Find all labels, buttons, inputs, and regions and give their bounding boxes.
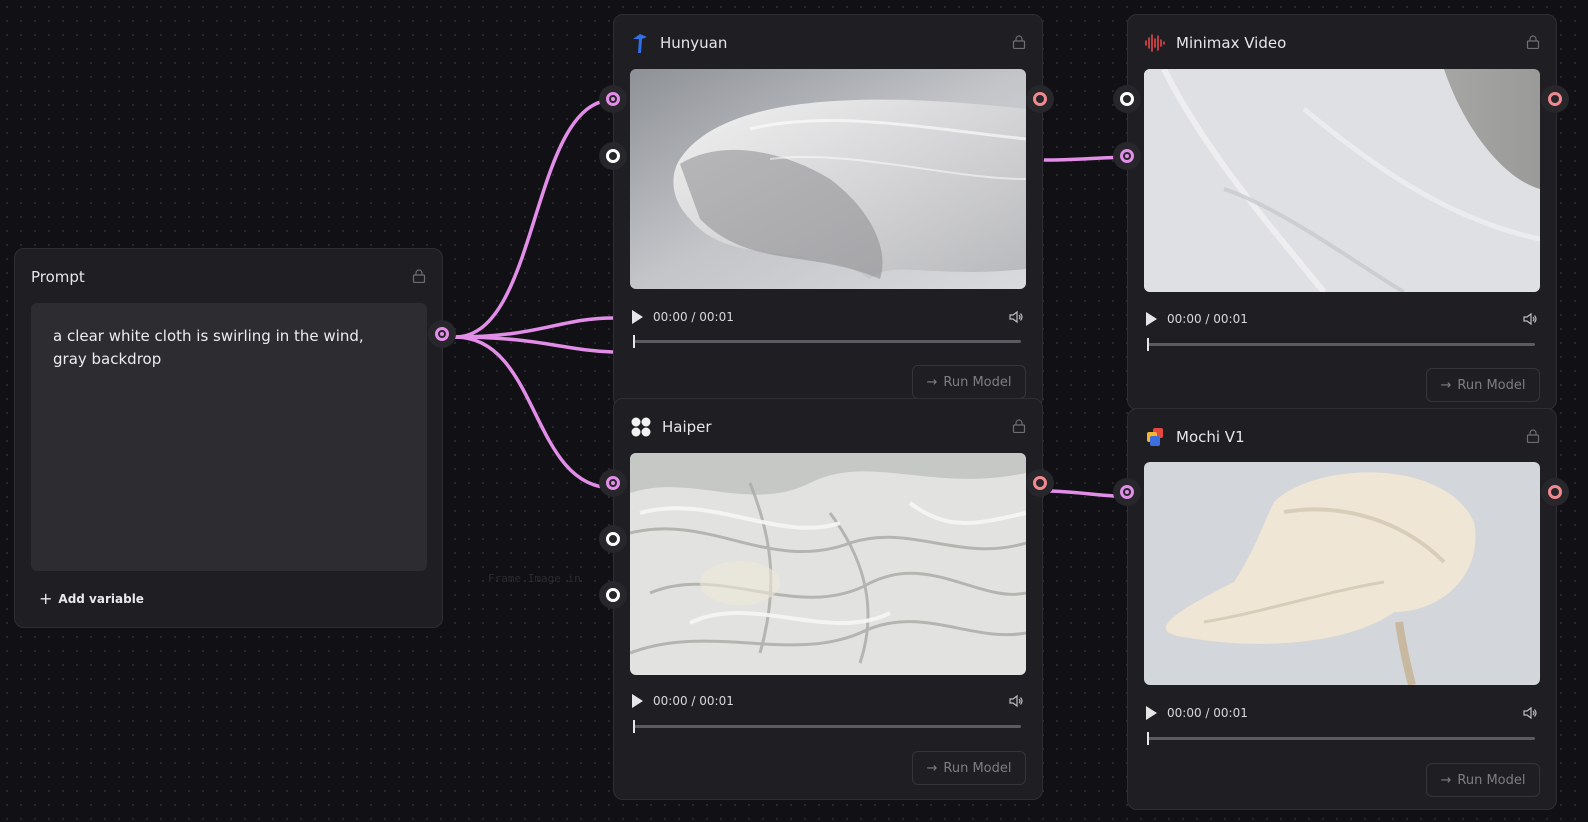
minimax-time: 00:00 / 00:01 xyxy=(1167,312,1248,326)
prompt-text[interactable]: a clear white cloth is swirling in the w… xyxy=(53,325,387,371)
hunyuan-seekbar[interactable] xyxy=(633,335,1021,348)
cloth-video-frame xyxy=(1144,69,1540,292)
wire-prompt-hunyuan-2 xyxy=(454,316,614,339)
minimax-controls: 00:00 / 00:01 xyxy=(1146,307,1538,331)
model-node-hunyuan[interactable]: Hunyuan 00:00 / 00:01 → Run Model xyxy=(613,14,1043,408)
wire-prompt-hunyuan-3 xyxy=(454,335,614,354)
wire-prompt-haiper xyxy=(454,335,614,490)
hunyuan-input-port-1[interactable] xyxy=(599,85,627,113)
mochi-input-port-1[interactable] xyxy=(1113,478,1141,506)
arrow-right-icon: → xyxy=(926,374,938,390)
mochi-title: Mochi V1 xyxy=(1176,428,1245,446)
run-model-button[interactable]: → Run Model xyxy=(1426,368,1540,402)
run-model-button[interactable]: → Run Model xyxy=(1426,763,1540,797)
haiper-input-port-2[interactable] xyxy=(599,525,627,553)
hunyuan-title: Hunyuan xyxy=(660,34,728,52)
wire-prompt-hunyuan xyxy=(454,98,614,339)
haiper-title: Haiper xyxy=(662,418,712,436)
haiper-time: 00:00 / 00:01 xyxy=(653,694,734,708)
cloth-video-frame xyxy=(630,69,1026,289)
lock-icon[interactable] xyxy=(1012,419,1026,433)
minimax-output-port[interactable] xyxy=(1541,85,1569,113)
lock-icon[interactable] xyxy=(1526,429,1540,443)
hunyuan-logo-icon xyxy=(633,34,647,53)
mochi-seekbar[interactable] xyxy=(1147,732,1535,745)
add-variable-button[interactable]: + Add variable xyxy=(39,589,144,608)
minimax-input-port-1[interactable] xyxy=(1113,85,1141,113)
minimax-video[interactable] xyxy=(1144,69,1540,292)
model-node-haiper[interactable]: Haiper 00:00 / 00:01 → Run Model xyxy=(613,398,1043,800)
arrow-right-icon: → xyxy=(926,760,938,776)
prompt-node-header: Prompt xyxy=(31,265,426,289)
run-model-label: Run Model xyxy=(1457,377,1526,393)
lock-icon[interactable] xyxy=(1012,35,1026,49)
model-node-mochi[interactable]: Mochi V1 00:00 / 00:01 → Run Model xyxy=(1127,408,1557,810)
haiper-logo-icon xyxy=(631,417,651,437)
add-variable-label: Add variable xyxy=(58,591,144,606)
run-model-label: Run Model xyxy=(943,760,1012,776)
play-icon[interactable] xyxy=(1146,706,1157,720)
seek-thumb[interactable] xyxy=(633,335,635,348)
haiper-video[interactable] xyxy=(630,453,1026,675)
plus-icon: + xyxy=(39,589,53,608)
haiper-input-port-3[interactable] xyxy=(599,581,627,609)
play-icon[interactable] xyxy=(1146,312,1157,326)
seek-thumb[interactable] xyxy=(633,720,635,733)
arrow-right-icon: → xyxy=(1440,772,1452,788)
mochi-logo-icon xyxy=(1147,428,1163,446)
play-icon[interactable] xyxy=(632,694,643,708)
minimax-header: Minimax Video xyxy=(1144,31,1540,55)
minimax-input-port-2[interactable] xyxy=(1113,142,1141,170)
cloth-video-frame xyxy=(630,453,1026,675)
haiper-input-port-1[interactable] xyxy=(599,469,627,497)
ghost-port-label: Frame Image in xyxy=(488,572,581,585)
minimax-waveform-icon xyxy=(1145,34,1165,52)
haiper-controls: 00:00 / 00:01 xyxy=(632,689,1024,713)
run-model-button[interactable]: → Run Model xyxy=(912,751,1026,785)
run-model-label: Run Model xyxy=(943,374,1012,390)
mochi-time: 00:00 / 00:01 xyxy=(1167,706,1248,720)
hunyuan-video[interactable] xyxy=(630,69,1026,289)
hunyuan-controls: 00:00 / 00:01 xyxy=(632,305,1024,329)
prompt-node[interactable]: Prompt a clear white cloth is swirling i… xyxy=(14,248,443,628)
run-model-button[interactable]: → Run Model xyxy=(912,365,1026,399)
play-icon[interactable] xyxy=(632,310,643,324)
minimax-title: Minimax Video xyxy=(1176,34,1287,52)
hunyuan-time: 00:00 / 00:01 xyxy=(653,310,734,324)
hunyuan-header: Hunyuan xyxy=(630,31,1026,55)
prompt-node-title: Prompt xyxy=(31,268,85,286)
lock-icon[interactable] xyxy=(1526,35,1540,49)
seek-thumb[interactable] xyxy=(1147,732,1149,745)
mochi-header: Mochi V1 xyxy=(1144,425,1540,449)
hunyuan-input-port-2[interactable] xyxy=(599,142,627,170)
haiper-header: Haiper xyxy=(630,415,1026,439)
arrow-right-icon: → xyxy=(1440,377,1452,393)
volume-icon[interactable] xyxy=(1522,311,1538,327)
prompt-textarea[interactable]: a clear white cloth is swirling in the w… xyxy=(31,303,427,571)
volume-icon[interactable] xyxy=(1522,705,1538,721)
volume-icon[interactable] xyxy=(1008,693,1024,709)
seek-thumb[interactable] xyxy=(1147,338,1149,351)
hunyuan-output-port[interactable] xyxy=(1026,85,1054,113)
model-node-minimax[interactable]: Minimax Video 00:00 / 00:01 → Run Model xyxy=(1127,14,1557,410)
mochi-controls: 00:00 / 00:01 xyxy=(1146,701,1538,725)
cloth-video-frame xyxy=(1144,462,1540,685)
mochi-output-port[interactable] xyxy=(1541,478,1569,506)
run-model-label: Run Model xyxy=(1457,772,1526,788)
haiper-seekbar[interactable] xyxy=(633,720,1021,733)
haiper-output-port[interactable] xyxy=(1026,469,1054,497)
mochi-video[interactable] xyxy=(1144,462,1540,685)
prompt-output-port[interactable] xyxy=(428,320,456,348)
lock-icon[interactable] xyxy=(412,269,426,283)
volume-icon[interactable] xyxy=(1008,309,1024,325)
minimax-seekbar[interactable] xyxy=(1147,338,1535,351)
